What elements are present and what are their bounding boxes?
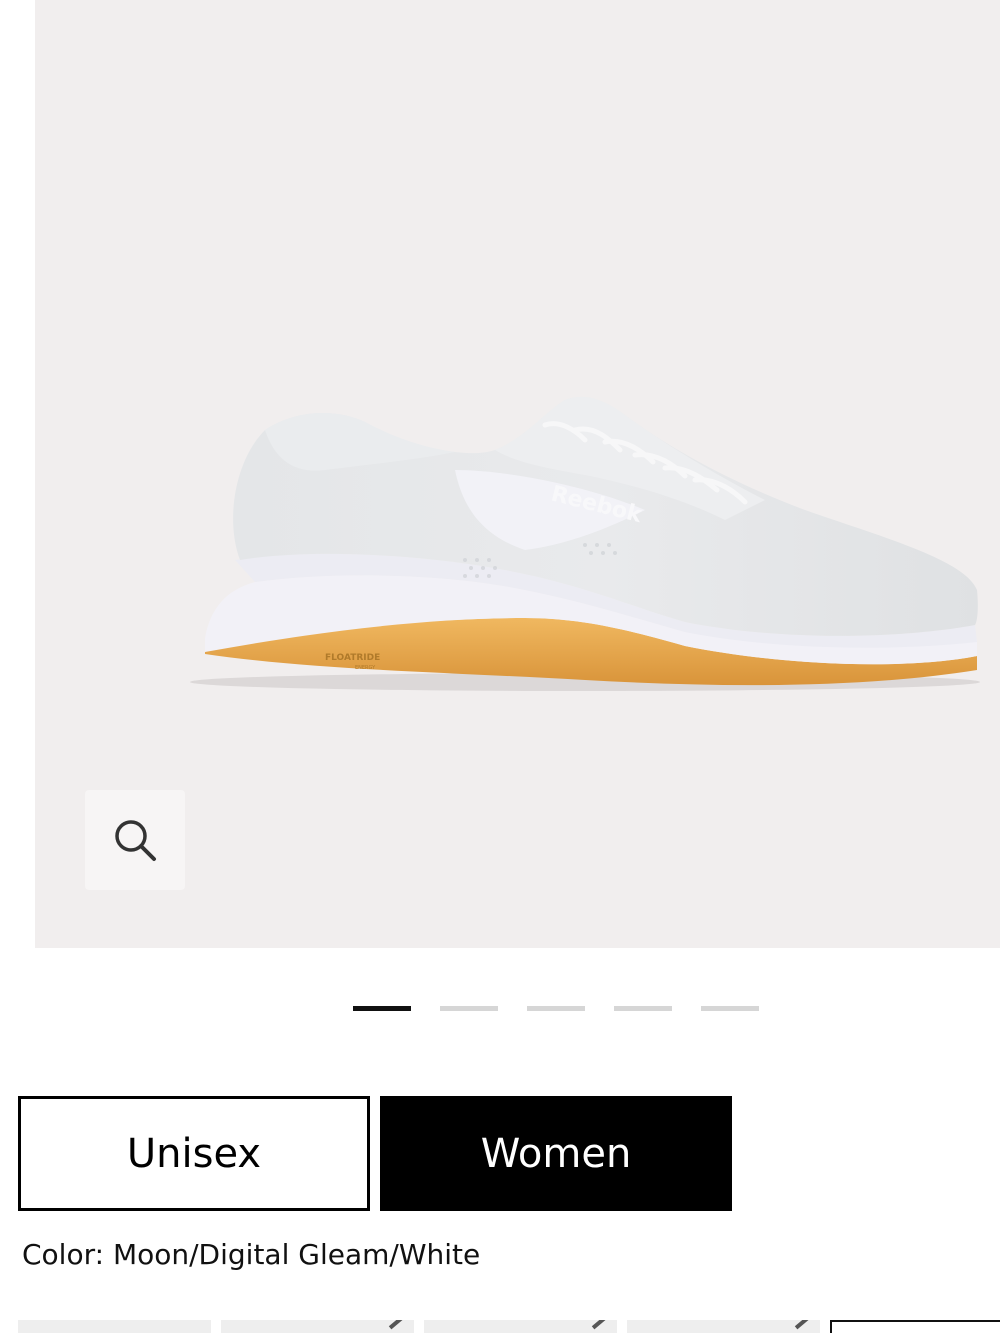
color-swatch-5[interactable] bbox=[830, 1320, 1000, 1333]
pager-dot-3[interactable] bbox=[527, 1006, 585, 1011]
product-image-gallery[interactable]: Reebok FLOATRIDE ENERGY bbox=[35, 0, 1000, 948]
pager-dot-4[interactable] bbox=[614, 1006, 672, 1011]
color-swatch-list bbox=[18, 1320, 1000, 1333]
pager-dot-2[interactable] bbox=[440, 1006, 498, 1011]
selected-color-label: Color: Moon/Digital Gleam/White bbox=[22, 1238, 481, 1271]
gender-tab-women[interactable]: Women bbox=[380, 1096, 732, 1211]
product-page: Reebok FLOATRIDE ENERGY Unisex Women Col… bbox=[0, 0, 1000, 1333]
pager-dot-1[interactable] bbox=[353, 1006, 411, 1011]
zoom-button[interactable] bbox=[85, 790, 185, 890]
color-swatch-1[interactable] bbox=[18, 1320, 211, 1333]
color-swatch-3[interactable] bbox=[424, 1320, 617, 1333]
color-swatch-4[interactable] bbox=[627, 1320, 820, 1333]
image-pager bbox=[353, 1006, 759, 1011]
search-icon bbox=[115, 820, 156, 861]
gender-tab-unisex[interactable]: Unisex bbox=[18, 1096, 370, 1211]
midsole-subtext: ENERGY bbox=[355, 665, 376, 671]
product-image: Reebok FLOATRIDE ENERGY bbox=[190, 396, 980, 691]
color-swatch-2[interactable] bbox=[221, 1320, 414, 1333]
midsole-text: FLOATRIDE bbox=[325, 653, 380, 663]
pager-dot-5[interactable] bbox=[701, 1006, 759, 1011]
